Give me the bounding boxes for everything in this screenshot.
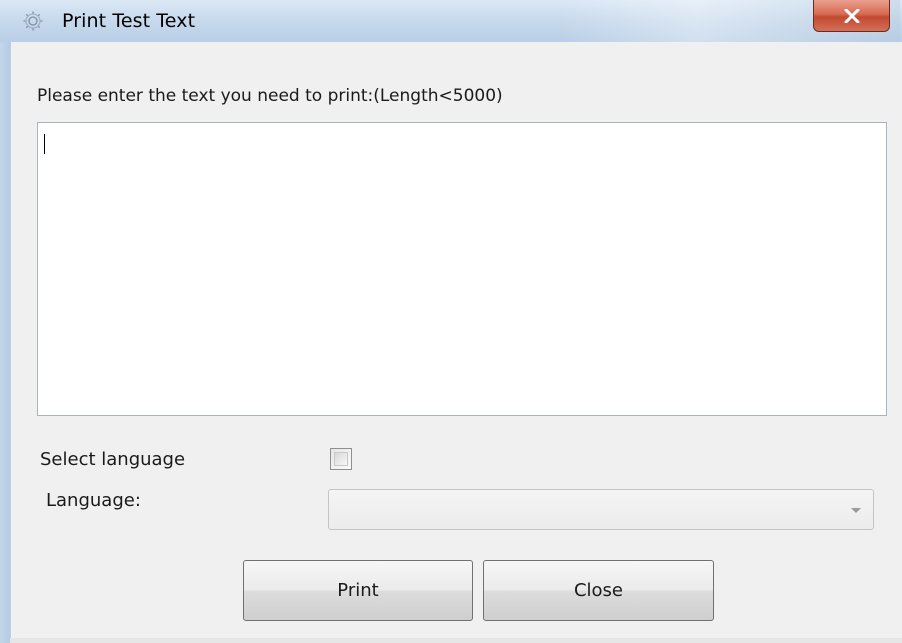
title-bar[interactable]: Print Test Text bbox=[0, 0, 902, 43]
chevron-down-icon bbox=[851, 508, 861, 513]
window-bottom-edge bbox=[10, 638, 902, 643]
window-close-button[interactable] bbox=[813, 0, 890, 32]
gear-icon bbox=[22, 10, 44, 32]
select-language-label: Select language bbox=[40, 449, 186, 470]
print-text-input[interactable] bbox=[37, 122, 887, 416]
language-label: Language: bbox=[46, 490, 141, 511]
window-left-frame bbox=[0, 42, 10, 643]
print-button[interactable]: Print bbox=[243, 560, 473, 621]
select-language-checkbox[interactable] bbox=[330, 448, 352, 470]
window-title: Print Test Text bbox=[62, 10, 196, 32]
language-dropdown[interactable] bbox=[328, 489, 874, 530]
close-button[interactable]: Close bbox=[483, 560, 714, 621]
close-icon bbox=[843, 8, 861, 23]
text-input-label: Please enter the text you need to print:… bbox=[37, 86, 503, 106]
text-caret bbox=[44, 134, 45, 154]
